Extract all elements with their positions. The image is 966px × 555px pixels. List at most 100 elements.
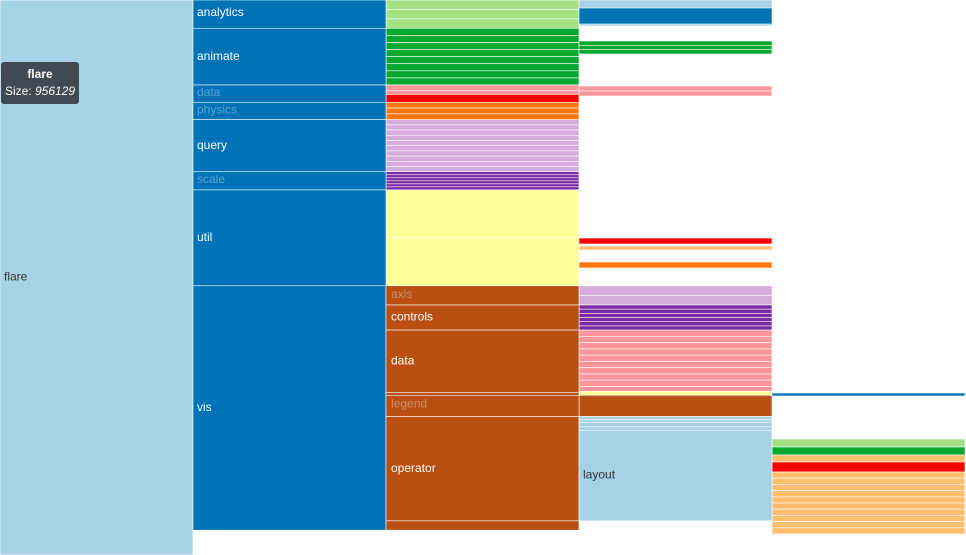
- leaf-analytics-2[interactable]: [385, 18, 580, 29]
- leaf-scale-2[interactable]: [385, 177, 580, 182]
- leaf-physics-2[interactable]: [385, 113, 580, 120]
- leaf3-controls-4[interactable]: [578, 321, 773, 327]
- leaf3-data-0[interactable]: [578, 329, 773, 337]
- leaf-data-red[interactable]: [385, 94, 580, 103]
- node-util[interactable]: [192, 189, 387, 287]
- leaf3-legend[interactable]: [578, 394, 773, 417]
- leaf-util-1[interactable]: [385, 237, 580, 287]
- leaf4-lorange-3[interactable]: [771, 490, 966, 498]
- leaf3-controls-5[interactable]: [578, 325, 773, 331]
- leaf3-animate-1[interactable]: [578, 45, 773, 50]
- leaf-data-0[interactable]: [385, 84, 580, 92]
- label-analytics: analytics: [197, 5, 244, 19]
- leaf-physics-1[interactable]: [385, 107, 580, 115]
- node-operator-filter[interactable]: [578, 421, 773, 428]
- leaf4-lgreen[interactable]: [771, 438, 966, 448]
- tooltip-size-value: 956129: [34, 84, 76, 98]
- tooltip: flare Size: 956129: [1, 62, 79, 104]
- leaf-query-1[interactable]: [385, 124, 580, 131]
- leaf3-util-lorange[interactable]: [578, 245, 773, 251]
- leaf-animate-5[interactable]: [385, 63, 580, 72]
- leaf3-analytics-blue[interactable]: [578, 7, 773, 25]
- leaf3-controls-1[interactable]: [578, 308, 773, 314]
- leaf4-green[interactable]: [771, 446, 966, 456]
- leaf4-lorange-5[interactable]: [771, 502, 966, 510]
- leaf-animate-3[interactable]: [385, 49, 580, 57]
- leaf3-data-7[interactable]: [578, 373, 773, 381]
- leaf-animate-7[interactable]: [385, 77, 580, 86]
- leaf3-data-5[interactable]: [578, 361, 773, 368]
- leaf3-data-1[interactable]: [578, 336, 773, 343]
- leaf-query-7[interactable]: [385, 155, 580, 162]
- leaf3-controls-3[interactable]: [578, 317, 773, 323]
- leaf-query-6[interactable]: [385, 150, 580, 157]
- leaf-analytics-0[interactable]: [385, 0, 580, 10]
- leaf4-lorange-0[interactable]: [771, 471, 966, 479]
- leaf3-util-orange[interactable]: [578, 261, 773, 269]
- node-vis-axis[interactable]: [385, 285, 580, 306]
- leaf3-animate-0[interactable]: [578, 40, 773, 46]
- tooltip-size-label: Size:: [4, 84, 32, 98]
- leaf4-lorange-a[interactable]: [771, 454, 966, 463]
- leaf-animate-2[interactable]: [385, 42, 580, 50]
- leaf-scale-0[interactable]: [385, 171, 580, 176]
- leaf4-blue[interactable]: [771, 392, 966, 397]
- leaf3-util-red[interactable]: [578, 237, 773, 245]
- leaf-physics-0[interactable]: [385, 101, 580, 109]
- label-data: data: [197, 85, 221, 99]
- leaf4-lorange-4[interactable]: [771, 496, 966, 504]
- leaf-query-2[interactable]: [385, 129, 580, 136]
- leaf3-animate-2[interactable]: [578, 49, 773, 55]
- leaf3-data-2[interactable]: [578, 342, 773, 350]
- leaf-animate-1[interactable]: [385, 35, 580, 43]
- leaf-scale-5[interactable]: [385, 186, 580, 191]
- node-data[interactable]: [192, 84, 387, 103]
- leaf-scale-3[interactable]: [385, 180, 580, 185]
- node-operator-label[interactable]: [578, 426, 773, 431]
- leaf4-red[interactable]: [771, 461, 966, 473]
- leaf-animate-0[interactable]: [385, 27, 580, 36]
- leaf4-lorange-6[interactable]: [771, 508, 966, 516]
- label-vis-legend: legend: [391, 396, 427, 410]
- leaf4-lorange-1[interactable]: [771, 477, 966, 485]
- leaf-scale-1[interactable]: [385, 174, 580, 179]
- leaf3-controls-0[interactable]: [578, 304, 773, 310]
- leaf-query-0[interactable]: [385, 119, 580, 126]
- node-vis[interactable]: [192, 285, 387, 531]
- label-vis-operator: operator: [391, 461, 436, 475]
- leaf3-a-0[interactable]: [578, 0, 773, 9]
- leaf3-controls-2[interactable]: [578, 313, 773, 318]
- leaf-query-9[interactable]: [385, 166, 580, 173]
- leaf3-data-8[interactable]: [578, 379, 773, 387]
- leaf3-data-3[interactable]: [578, 348, 773, 356]
- node-operator-distortion[interactable]: [578, 416, 773, 420]
- leaf4-lorange-2[interactable]: [771, 484, 966, 491]
- node-operator-encoder[interactable]: [578, 419, 773, 423]
- leaf3-data-0[interactable]: [578, 85, 773, 92]
- leaf-util-0[interactable]: [385, 189, 580, 239]
- leaf3-data-4[interactable]: [578, 354, 773, 362]
- leaf-query-3[interactable]: [385, 134, 580, 141]
- node-vis-data[interactable]: [385, 329, 580, 394]
- leaf3-axis-1[interactable]: [578, 295, 773, 306]
- leaf3-events[interactable]: [578, 390, 773, 396]
- leaf-scale-4[interactable]: [385, 183, 580, 188]
- leaf4-lorange-7[interactable]: [771, 515, 966, 522]
- leaf-animate-6[interactable]: [385, 70, 580, 79]
- node-vis-events[interactable]: [385, 392, 580, 396]
- label-vis: vis: [197, 400, 212, 414]
- leaf-query-5[interactable]: [385, 145, 580, 152]
- leaf3-data-1[interactable]: [578, 90, 773, 97]
- leaf-query-4[interactable]: [385, 140, 580, 147]
- icicle-chart: flare analytics animate data physics query sca…: [0, 0, 966, 555]
- node-vis-visualization[interactable]: [385, 520, 580, 531]
- label-vis-controls: controls: [391, 310, 433, 324]
- label-physics: physics: [197, 102, 237, 116]
- leaf4-lorange-8[interactable]: [771, 521, 966, 529]
- leaf-analytics-1[interactable]: [385, 9, 580, 20]
- leaf-animate-4[interactable]: [385, 56, 580, 65]
- leaf3-axis-0[interactable]: [578, 285, 773, 296]
- leaf3-data-6[interactable]: [578, 367, 773, 375]
- leaf-query-8[interactable]: [385, 161, 580, 167]
- leaf4-lorange-9[interactable]: [771, 527, 966, 535]
